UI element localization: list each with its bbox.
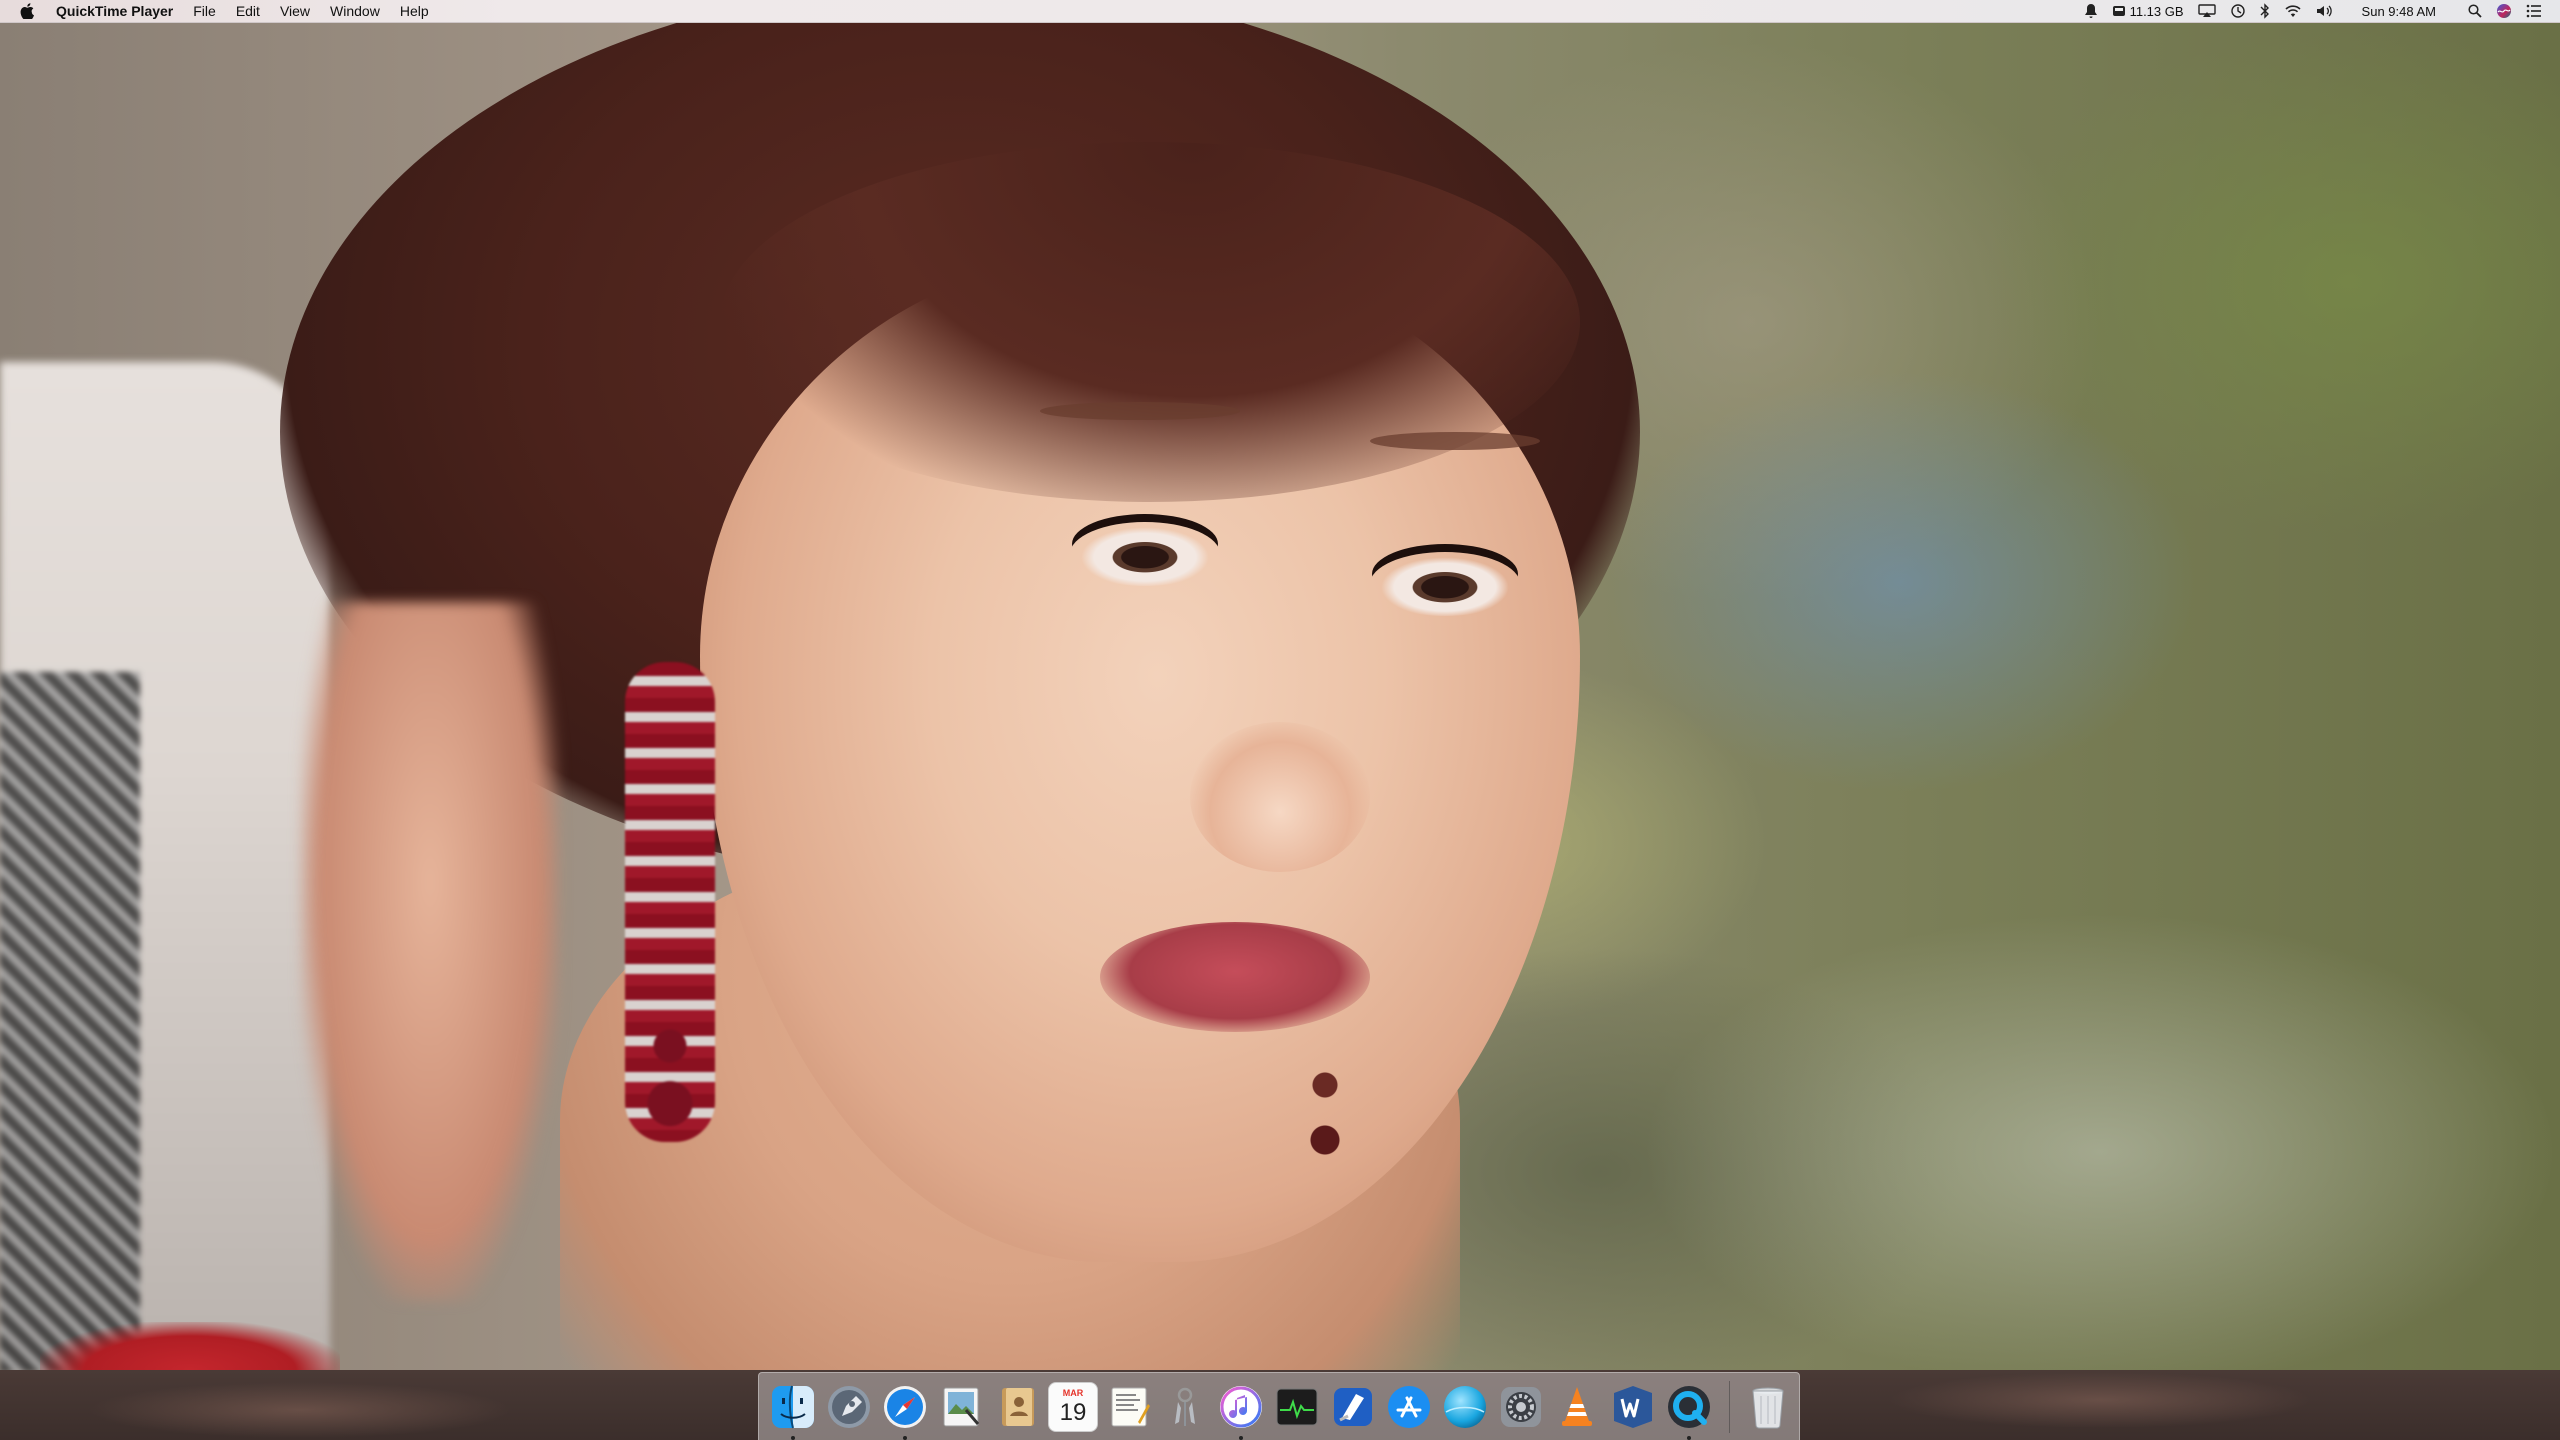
itunes-icon bbox=[1220, 1385, 1262, 1428]
wallpaper-left-brow bbox=[1040, 402, 1240, 420]
dock-item-activity-monitor[interactable] bbox=[1272, 1382, 1322, 1432]
dock-item-itunes[interactable] bbox=[1216, 1382, 1266, 1440]
storage-label: 11.13 GB bbox=[2129, 3, 2184, 19]
wallpaper-left-eye bbox=[1070, 522, 1220, 586]
wallpaper-right-brow bbox=[1370, 432, 1540, 450]
dock-item-trash[interactable] bbox=[1743, 1382, 1793, 1432]
window-menu[interactable]: Window bbox=[320, 0, 390, 22]
bluetooth-icon[interactable] bbox=[2260, 0, 2270, 22]
desktop-wallpaper bbox=[0, 22, 2560, 1370]
dock-item-keychain[interactable] bbox=[1160, 1382, 1210, 1432]
spotlight-icon[interactable] bbox=[2468, 0, 2482, 22]
wallpaper-red-dress bbox=[40, 1322, 340, 1370]
clock[interactable]: Sun 9:48 AM bbox=[2362, 0, 2436, 22]
sphere-icon bbox=[1444, 1385, 1486, 1428]
help-menu[interactable]: Help bbox=[390, 0, 439, 22]
wallpaper-far-earring bbox=[1310, 1052, 1340, 1162]
notification-center-icon[interactable] bbox=[2526, 0, 2542, 22]
quicktime-icon bbox=[1668, 1385, 1710, 1428]
wallpaper-nose bbox=[1190, 722, 1370, 872]
wallpaper-hand bbox=[300, 602, 560, 1302]
desktop-screen: QuickTime Player File Edit View Window H… bbox=[0, 0, 2560, 1440]
running-indicator bbox=[1239, 1435, 1243, 1440]
dock-item-textedit[interactable] bbox=[1104, 1382, 1154, 1432]
menu-bar: QuickTime Player File Edit View Window H… bbox=[0, 0, 2560, 23]
dock-item-finder[interactable] bbox=[768, 1382, 818, 1440]
system-preferences-icon bbox=[1501, 1386, 1541, 1427]
dock-item-sphere[interactable] bbox=[1440, 1382, 1490, 1432]
siri-icon[interactable] bbox=[2496, 0, 2512, 22]
menu-bar-left: QuickTime Player File Edit View Window H… bbox=[0, 0, 439, 22]
trash-icon bbox=[1752, 1387, 1784, 1428]
running-indicator bbox=[903, 1435, 907, 1440]
file-menu[interactable]: File bbox=[183, 0, 226, 22]
calendar-day: 19 bbox=[1059, 1399, 1087, 1426]
wifi-icon[interactable] bbox=[2284, 0, 2302, 22]
finder-icon bbox=[772, 1385, 814, 1428]
dock-item-system-preferences[interactable] bbox=[1496, 1382, 1546, 1432]
wallpaper-right-eye bbox=[1370, 552, 1520, 616]
xcode-icon bbox=[1334, 1387, 1372, 1426]
wallpaper-background-arm bbox=[0, 672, 140, 1370]
storage-status[interactable]: 11.13 GB bbox=[2112, 0, 2184, 22]
activity-monitor-icon bbox=[1276, 1388, 1318, 1425]
status-menus: 11.13 GB Sun 9:48 AM bbox=[2084, 0, 2560, 22]
view-menu[interactable]: View bbox=[270, 0, 320, 22]
wallpaper-lips bbox=[1100, 922, 1370, 1032]
preview-icon bbox=[943, 1387, 980, 1426]
dock: MAR 19 bbox=[758, 1372, 1800, 1440]
dock-item-xcode[interactable] bbox=[1328, 1382, 1378, 1432]
airplay-icon[interactable] bbox=[2197, 0, 2216, 22]
safari-icon bbox=[884, 1385, 926, 1428]
contacts-icon bbox=[1002, 1387, 1034, 1426]
textedit-icon bbox=[1111, 1387, 1150, 1426]
wallpaper-red-earring bbox=[625, 662, 715, 1142]
dock-item-vlc[interactable] bbox=[1552, 1382, 1602, 1432]
notification-alert-icon[interactable] bbox=[2084, 0, 2098, 22]
app-name-menu[interactable]: QuickTime Player bbox=[52, 0, 183, 22]
time-machine-icon[interactable] bbox=[2230, 0, 2246, 22]
dock-item-app-store[interactable] bbox=[1384, 1382, 1434, 1432]
edit-menu[interactable]: Edit bbox=[226, 0, 270, 22]
word-icon bbox=[1614, 1385, 1652, 1428]
dock-separator bbox=[1729, 1380, 1730, 1433]
calendar-month: MAR bbox=[1062, 1388, 1084, 1398]
dock-item-contacts[interactable] bbox=[992, 1382, 1042, 1432]
dock-item-quicktime[interactable] bbox=[1664, 1382, 1714, 1440]
dock-item-word[interactable] bbox=[1608, 1382, 1658, 1432]
app-store-icon bbox=[1388, 1385, 1430, 1428]
dock-item-calendar[interactable]: MAR 19 bbox=[1048, 1381, 1098, 1432]
launchpad-icon bbox=[828, 1385, 870, 1428]
running-indicator bbox=[791, 1435, 795, 1440]
keychain-icon bbox=[1175, 1387, 1195, 1426]
storage-icon bbox=[2112, 5, 2126, 17]
dock-item-preview[interactable] bbox=[936, 1382, 986, 1432]
dock-item-safari[interactable] bbox=[880, 1382, 930, 1440]
apple-menu-icon[interactable] bbox=[16, 0, 38, 22]
running-indicator bbox=[1687, 1435, 1691, 1440]
volume-icon[interactable] bbox=[2316, 0, 2334, 22]
dock-item-launchpad[interactable] bbox=[824, 1382, 874, 1432]
vlc-icon bbox=[1562, 1386, 1592, 1426]
